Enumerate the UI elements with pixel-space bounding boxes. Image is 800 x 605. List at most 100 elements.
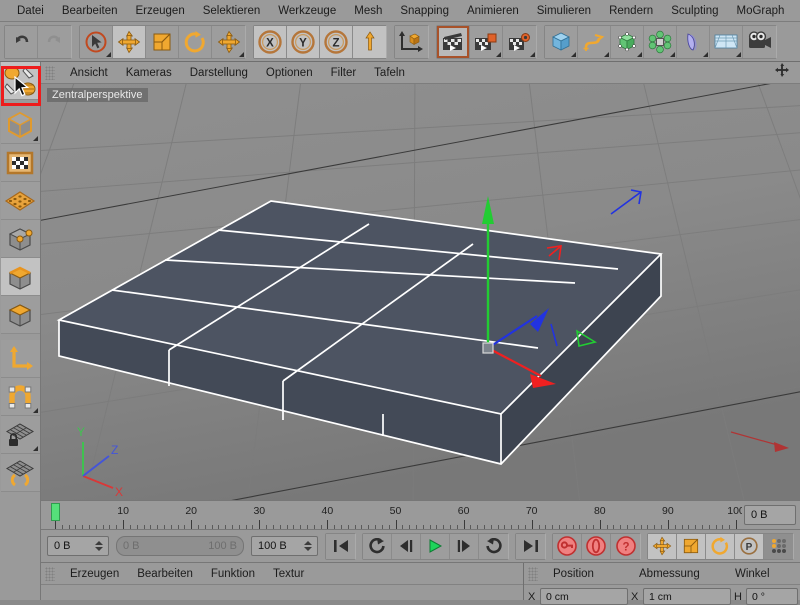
array-button[interactable] [644,25,677,58]
menu-item-selektieren[interactable]: Selektieren [194,0,270,22]
viewport-menu-ansicht[interactable]: Ansicht [61,62,117,84]
world-object-coordinates-button[interactable] [395,25,428,58]
grid-lock-button[interactable] [0,416,40,454]
camera-button[interactable] [743,25,776,58]
key-scale-button[interactable] [677,533,706,559]
viewport-menu-darstellung[interactable]: Darstellung [181,62,257,84]
menu-item-datei[interactable]: Datei [8,0,53,22]
previous-key-button[interactable] [363,533,392,559]
record-key-button[interactable] [553,533,582,559]
axis-orientation-button[interactable] [353,25,386,58]
timeline-tick-minor [620,525,622,529]
panel-grip-icon[interactable] [528,566,538,581]
timeline-tick-minor [313,525,315,529]
move-tool-button[interactable] [113,25,146,58]
timeline-ruler[interactable]: 0102030405060708090100 [41,501,742,529]
workplane-tool-button[interactable] [0,454,40,492]
timeline-playhead[interactable] [51,503,60,521]
material-menu-erzeugen[interactable]: Erzeugen [61,563,128,585]
viewport-pan-button[interactable] [774,62,800,83]
menu-item-werkzeuge[interactable]: Werkzeuge [269,0,345,22]
menu-item-mograph[interactable]: MoGraph [728,0,794,22]
points-mode-button[interactable] [0,220,40,258]
polygons-mode-button[interactable] [0,296,40,334]
viewport-menu-optionen[interactable]: Optionen [257,62,322,84]
go-to-end-button[interactable] [516,533,545,559]
frame-back-button[interactable] [392,533,421,559]
deformer-button[interactable] [677,25,710,58]
timeline-bar[interactable]: 0102030405060708090100 0 B [41,500,800,530]
menu-item-animieren[interactable]: Animieren [458,0,528,22]
axis-lock-z-button[interactable]: Z [320,25,353,58]
spline-button[interactable] [578,25,611,58]
viewport-menu-tafeln[interactable]: Tafeln [365,62,414,84]
material-menu-textur[interactable]: Textur [264,563,313,585]
render-to-picture-viewer-button[interactable] [470,25,503,58]
world-object-coord-icon [398,30,423,52]
preview-range-slider[interactable]: 0 B 100 B [115,536,244,556]
play-button[interactable] [421,533,450,559]
axis-modify-button[interactable] [0,340,40,378]
coordinates-header-abmessung: Abmessung [639,567,700,580]
menu-item-rendern[interactable]: Rendern [600,0,662,22]
workplane-mode-button[interactable] [0,182,40,220]
texture-mode-button[interactable] [0,144,40,182]
viewport-menu-filter[interactable]: Filter [322,62,366,84]
menu-item-mesh[interactable]: Mesh [345,0,391,22]
redo-button[interactable] [38,25,71,58]
axis-lock-x-button[interactable]: X [254,25,287,58]
go-to-start-button[interactable] [326,533,355,559]
key-parameter-button[interactable]: P [735,533,764,559]
menu-item-sculpting[interactable]: Sculpting [662,0,727,22]
svg-text:X: X [266,37,274,49]
next-key-button[interactable] [479,533,508,559]
object-mode-button[interactable] [0,106,40,144]
nurbs-button[interactable] [611,25,644,58]
render-settings-button[interactable] [503,25,536,58]
viewport-3d-scene[interactable]: Y X Z [41,84,800,500]
preview-end-field[interactable]: 100 B [251,536,318,556]
autokey-button[interactable] [582,533,611,559]
menu-item-bearbeiten[interactable]: Bearbeiten [53,0,127,22]
environment-button[interactable] [710,25,743,58]
material-menu-funktion[interactable]: Funktion [202,563,264,585]
timeline-tick-minor [279,525,281,529]
coord-label-size-x: X [631,590,639,603]
axis-lock-y-button[interactable]: Y [287,25,320,58]
menu-item-snapping[interactable]: Snapping [391,0,458,22]
scale-tool-button[interactable] [146,25,179,58]
menu-item-simulieren[interactable]: Simulieren [528,0,600,22]
coord-field-pos-x[interactable]: 0 cm [540,588,628,605]
rotate-tool-button[interactable] [179,25,212,58]
panel-grip-icon[interactable] [45,566,55,581]
move-duplicate-button[interactable] [212,25,245,58]
preview-start-field[interactable]: 0 B [47,536,109,556]
mode-toggle-button[interactable] [0,62,40,100]
stepper-icon[interactable] [94,541,104,551]
viewport[interactable]: Ansicht Kameras Darstellung Optionen Fil… [41,62,800,500]
magnet-button[interactable] [0,378,40,416]
keyframe-selection-button[interactable]: ? [611,533,640,559]
stepper-icon[interactable] [304,541,313,551]
timeline-tick-label: 70 [525,505,538,517]
key-position-button[interactable] [648,533,677,559]
gizmo-center-handle[interactable] [482,342,494,354]
timeline-tick-minor [661,525,663,529]
live-selection-button[interactable] [80,25,113,58]
render-view-button[interactable] [437,25,470,58]
undo-button[interactable] [5,25,38,58]
cube-primitive-button[interactable] [545,25,578,58]
key-pla-button[interactable] [764,533,793,559]
coord-field-angle-h[interactable]: 0 ° [746,588,798,605]
menu-item-erzeugen[interactable]: Erzeugen [126,0,193,22]
model-point-mode-icon [4,66,36,95]
frame-forward-button[interactable] [450,533,479,559]
menu-item-charakter[interactable]: Charakt [793,0,800,22]
viewport-menu-kameras[interactable]: Kameras [117,62,181,84]
coord-field-size-x[interactable]: 1 cm [643,588,731,605]
current-frame-field[interactable]: 0 B [744,505,796,525]
panel-grip-icon[interactable] [45,65,55,80]
material-menu-bearbeiten[interactable]: Bearbeiten [128,563,202,585]
edges-mode-button[interactable] [0,258,40,296]
key-rotation-button[interactable] [706,533,735,559]
